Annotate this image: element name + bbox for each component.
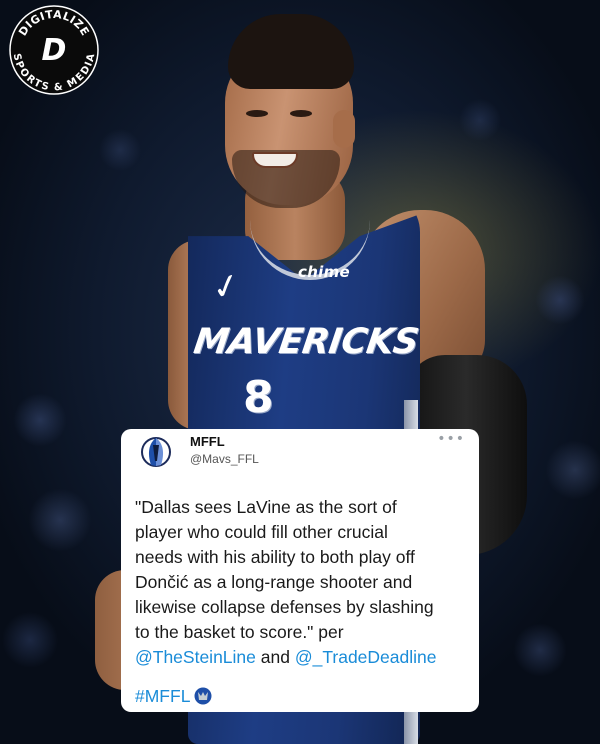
tweet-line: to the basket to score." per xyxy=(135,622,344,642)
tweet-line: needs with his ability to both play off xyxy=(135,547,415,567)
player-smile xyxy=(252,152,298,168)
tweet-line: likewise collapse defenses by slashing xyxy=(135,597,434,617)
tweet-card: MFFL @Mavs_FFL ••• "Dallas sees LaVine a… xyxy=(121,429,479,712)
jersey-wordmark: MAVERICKS xyxy=(191,322,421,362)
mention-link[interactable]: @_TradeDeadline xyxy=(295,647,437,667)
player-eye-right xyxy=(290,110,312,117)
hashtag-row: #MFFL xyxy=(135,685,212,707)
display-name[interactable]: MFFL xyxy=(190,434,225,449)
mention-connector: and xyxy=(255,647,295,667)
avatar[interactable] xyxy=(141,433,171,471)
tweet-line: player who could fill other crucial xyxy=(135,522,388,542)
ellipsis-icon[interactable]: ••• xyxy=(437,432,465,446)
player-hair xyxy=(228,14,354,89)
mention-link[interactable]: @TheSteinLine xyxy=(135,647,256,667)
jersey-sponsor: chime xyxy=(298,263,351,281)
tweet-line: "Dallas sees LaVine as the sort of xyxy=(135,497,397,517)
digitalize-sports-media-logo: DIGITALIZE SPORTS & MEDIA D xyxy=(9,5,99,95)
player-eye-left xyxy=(246,110,268,117)
tweet-line: Dončić as a long-range shooter and xyxy=(135,572,413,592)
user-handle[interactable]: @Mavs_FFL xyxy=(190,452,259,466)
jersey-number: 8 xyxy=(243,372,274,423)
mavericks-logo-icon xyxy=(194,687,212,705)
tweet-text: "Dallas sees LaVine as the sort of playe… xyxy=(135,495,471,670)
hashtag-link[interactable]: #MFFL xyxy=(135,685,190,707)
player-ear xyxy=(333,110,355,148)
brand-monogram: D xyxy=(42,33,67,68)
tweet-mentions-line: @TheSteinLine and @_TradeDeadline xyxy=(135,645,471,670)
